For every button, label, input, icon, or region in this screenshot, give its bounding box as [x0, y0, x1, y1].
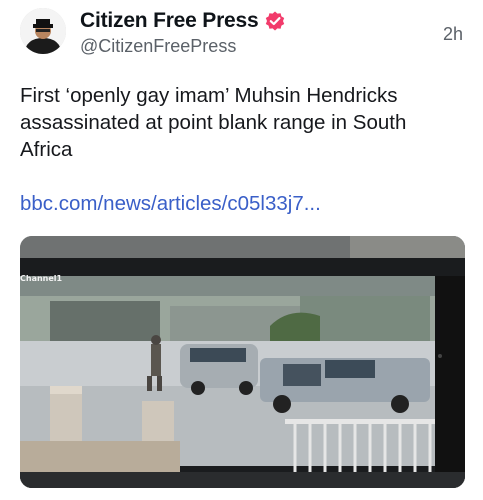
avatar[interactable]	[20, 8, 66, 54]
post-link[interactable]: bbc.com/news/articles/c05l33j7...	[20, 192, 321, 216]
avatar-image	[20, 8, 66, 54]
post-media-image[interactable]	[20, 236, 465, 488]
verified-badge-icon	[264, 10, 286, 32]
author-display-name[interactable]: Citizen Free Press	[80, 9, 259, 33]
post-text: First ‘openly gay imam’ Muhsin Hendricks…	[20, 84, 407, 161]
author-handle[interactable]: @CitizenFreePress	[80, 36, 236, 57]
video-channel-label: Channel1	[20, 274, 63, 283]
author-name-row: Citizen Free Press	[80, 8, 286, 34]
post-card[interactable]: Citizen Free Press @CitizenFreePress 2h …	[0, 0, 483, 500]
post-timestamp[interactable]: 2h	[443, 24, 463, 45]
cctv-video-frame	[20, 236, 465, 488]
